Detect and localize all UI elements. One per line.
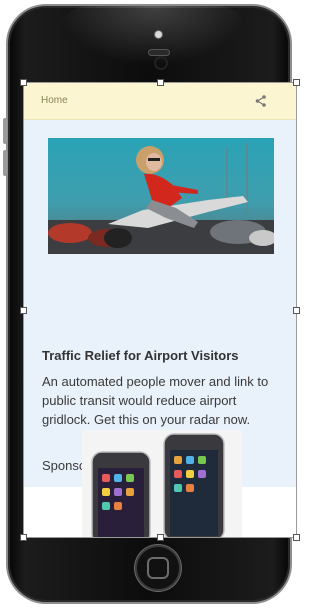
phone-sheen: [58, 6, 248, 66]
card-description: An automated people mover and link to pu…: [42, 374, 269, 427]
home-link[interactable]: Home: [41, 95, 68, 106]
rotate-handle[interactable]: [154, 56, 168, 70]
resize-handle[interactable]: [293, 307, 300, 314]
volume-button: [3, 150, 7, 176]
resize-handle[interactable]: [20, 307, 27, 314]
resize-handle[interactable]: [293, 79, 300, 86]
smartphones-photo[interactable]: [82, 430, 242, 537]
speaker-grille: [148, 49, 170, 56]
front-camera-icon: [154, 30, 163, 39]
resize-handle[interactable]: [157, 79, 164, 86]
share-icon[interactable]: [254, 94, 268, 108]
app-header: Home: [24, 82, 296, 120]
resize-handle[interactable]: [157, 534, 164, 541]
woman-riding-scooter-photo[interactable]: [48, 138, 274, 254]
card-title[interactable]: Traffic Relief for Airport Visitors: [42, 348, 282, 363]
resize-handle[interactable]: [20, 79, 27, 86]
resize-handle[interactable]: [20, 534, 27, 541]
resize-handle[interactable]: [293, 534, 300, 541]
phone-screen: Home Traffic Relief for Airport Visitors…: [24, 82, 296, 537]
home-square-icon: [147, 557, 169, 579]
volume-button: [3, 118, 7, 144]
